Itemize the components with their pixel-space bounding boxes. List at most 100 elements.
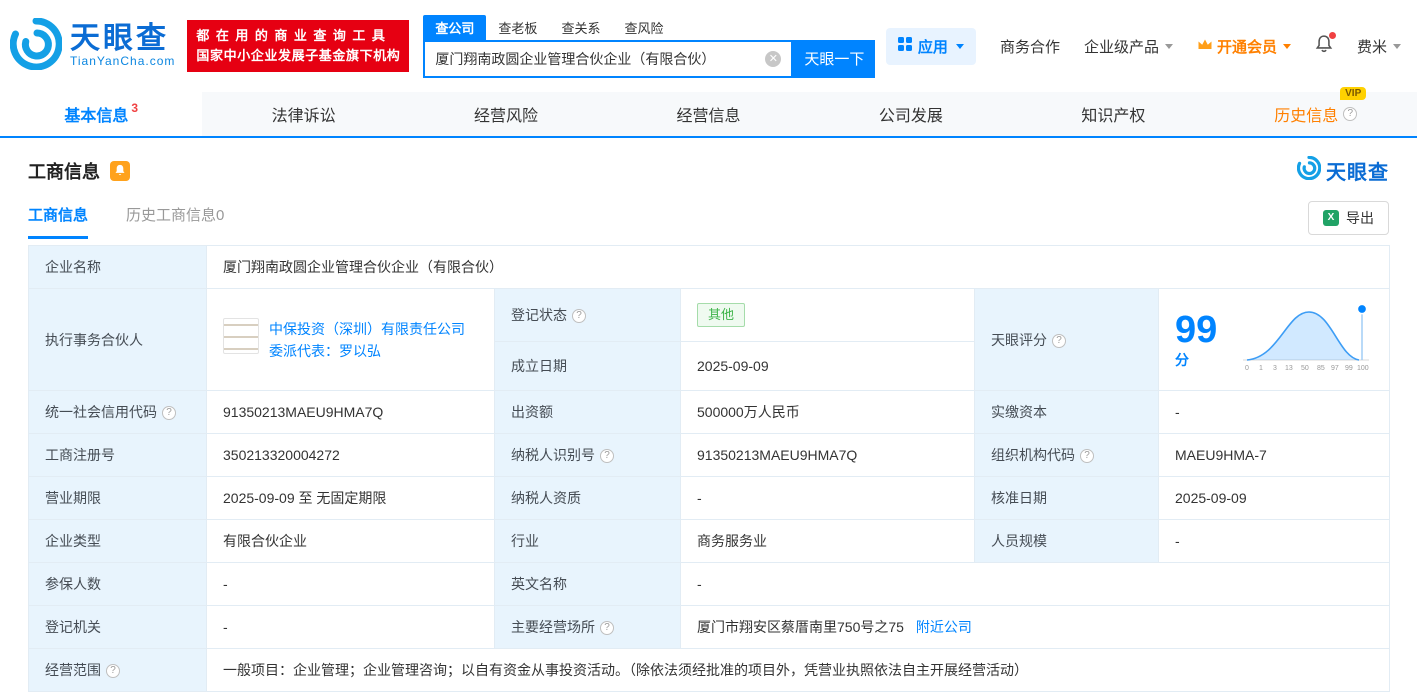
industry-value: 商务服务业	[680, 519, 975, 563]
field-label-text: 统一社会信用代码	[45, 404, 157, 420]
tab-operation-risk[interactable]: 经营风险	[405, 92, 607, 136]
field-label-text: 天眼评分	[991, 331, 1047, 348]
svg-text:97: 97	[1331, 365, 1339, 372]
search-tab-company[interactable]: 查公司	[423, 14, 487, 40]
help-icon[interactable]	[1052, 333, 1066, 348]
subscribe-bell-icon[interactable]	[110, 160, 130, 181]
help-icon[interactable]	[600, 449, 614, 463]
table-row: 参保人数 - 英文名称 -	[28, 562, 1391, 606]
header-right: 应用 商务合作 企业级产品 开通会员 费米	[885, 27, 1401, 65]
help-icon[interactable]	[1080, 449, 1094, 463]
tab-company-development[interactable]: 公司发展	[810, 92, 1012, 136]
tab-intellectual-property[interactable]: 知识产权	[1012, 92, 1214, 136]
username-label: 费米	[1356, 38, 1387, 56]
english-name-value: -	[679, 562, 1391, 606]
approval-date-value: 2025-09-09	[1157, 476, 1391, 520]
slogan-line2: 国家中小企业发展子基金旗下机构	[196, 48, 401, 63]
brand-slogan: 都在用的商业查询工具 国家中小企业发展子基金旗下机构	[187, 20, 410, 72]
section-title: 工商信息	[28, 161, 100, 182]
premises-address: 厦门市翔安区蔡厝南里750号之75	[697, 619, 904, 635]
table-row: 经营范围 一般项目：企业管理；企业管理咨询；以自有资金从事投资活动。（除依法须经…	[28, 648, 1391, 692]
nearby-companies-link[interactable]: 附近公司	[916, 619, 972, 635]
tab-legal-proceedings[interactable]: 法律诉讼	[202, 92, 404, 136]
search-button[interactable]: 天眼一下	[793, 39, 876, 78]
cooperation-label: 商务合作	[999, 38, 1060, 56]
tab-operation-info[interactable]: 经营信息	[607, 92, 809, 136]
vip-badge: VIP	[1340, 87, 1367, 100]
tab-basic-info[interactable]: 基本信息 3	[0, 92, 203, 136]
search-tab-boss[interactable]: 查老板	[486, 15, 549, 40]
business-term-value: 2025-09-09 至 无固定期限	[206, 476, 495, 520]
taxpayer-id-value: 91350213MAEU9HMA7Q	[680, 433, 975, 477]
help-icon[interactable]	[572, 309, 586, 324]
apps-menu[interactable]: 应用	[885, 27, 976, 65]
company-name-value: 厦门翔南政圆企业管理合伙企业（有限合伙）	[205, 245, 1391, 289]
tianyan-score-cell: 99分 0 1 3 13 50 85 97 99 100	[1157, 288, 1391, 391]
tab-label: 经营风险	[474, 108, 539, 125]
partner-company-link[interactable]: 中保投资（深圳）有限责任公司	[269, 321, 465, 337]
tianyancha-logo[interactable]: 天眼查 TianYanCha.com	[9, 16, 176, 75]
svg-text:13: 13	[1285, 365, 1293, 372]
watermark-logo: 天眼查	[1296, 155, 1389, 185]
excel-icon: X	[1323, 210, 1339, 226]
status-badge: 其他	[697, 303, 746, 328]
enterprise-products-menu[interactable]: 企业级产品	[1084, 36, 1173, 57]
partner-representative-link[interactable]: 委派代表：罗以弘	[269, 343, 381, 359]
notification-dot	[1328, 31, 1336, 39]
search-input[interactable]	[435, 50, 766, 67]
subtab-business-info[interactable]: 工商信息	[28, 204, 89, 239]
field-label: 纳税人识别号	[494, 433, 681, 477]
registration-authority-value: -	[206, 605, 495, 649]
field-label: 企业类型	[28, 519, 207, 563]
tab-history-info[interactable]: 历史信息 VIP	[1215, 87, 1417, 136]
export-button[interactable]: X 导出	[1308, 201, 1389, 235]
help-icon[interactable]	[1343, 107, 1358, 121]
field-label: 成立日期	[494, 341, 681, 391]
subtab-history-business-info[interactable]: 历史工商信息0	[126, 204, 224, 239]
search-tab-risk[interactable]: 查风险	[612, 15, 675, 40]
help-icon[interactable]	[600, 621, 614, 635]
premises-value: 厦门市翔安区蔡厝南里750号之75 附近公司	[679, 605, 1391, 649]
crown-icon	[1197, 38, 1213, 55]
staff-size-value: -	[1157, 519, 1391, 563]
watermark-text: 天眼查	[1326, 162, 1389, 184]
logo-text: 天眼查	[70, 22, 169, 55]
enterprise-label: 企业级产品	[1083, 38, 1159, 56]
score-value: 99	[1175, 308, 1218, 351]
table-row: 企业类型 有限合伙企业 行业 商务服务业 人员规模 -	[28, 519, 1391, 563]
subtab-row: 工商信息 历史工商信息0 X 导出	[0, 185, 1417, 239]
table-row: 执行事务合伙人 中保投资（深圳）有限责任公司 委派代表：罗以弘 登记状态 其他 …	[28, 287, 1391, 391]
partner-company-logo[interactable]	[223, 317, 259, 354]
svg-text:85: 85	[1317, 365, 1325, 372]
insured-count-value: -	[206, 562, 495, 606]
search-tab-relation[interactable]: 查关系	[549, 15, 612, 40]
field-label: 出资额	[494, 390, 681, 434]
paid-capital-value: -	[1157, 390, 1391, 434]
field-label: 经营范围	[28, 648, 207, 692]
field-label: 执行事务合伙人	[28, 288, 207, 391]
svg-text:3: 3	[1273, 365, 1277, 372]
field-label: 实缴资本	[974, 390, 1159, 434]
logo-subtext: TianYanCha.com	[70, 54, 176, 68]
svg-text:100: 100	[1357, 365, 1369, 372]
tab-label: 基本信息	[64, 108, 129, 125]
help-icon[interactable]	[162, 406, 176, 420]
business-cooperation-link[interactable]: 商务合作	[1000, 36, 1060, 57]
business-scope-value: 一般项目：企业管理；企业管理咨询；以自有资金从事投资活动。（除依法须经批准的项目…	[205, 648, 1391, 692]
field-label-text: 登记状态	[511, 307, 567, 324]
notifications-bell[interactable]	[1315, 31, 1336, 58]
clear-search-icon[interactable]: ✕	[765, 50, 782, 67]
help-icon[interactable]	[106, 664, 120, 678]
registration-number-value: 350213320004272	[206, 433, 495, 477]
search-box: ✕	[423, 39, 794, 78]
tab-label: 法律诉讼	[271, 108, 336, 125]
open-vip-menu[interactable]: 开通会员	[1197, 36, 1291, 57]
company-type-value: 有限合伙企业	[206, 519, 495, 563]
user-menu[interactable]: 费米	[1357, 36, 1401, 57]
organization-code-value: MAEU9HMA-7	[1157, 433, 1391, 477]
grid-icon	[897, 37, 912, 55]
section-header: 工商信息 天眼查	[0, 138, 1417, 185]
table-row: 登记机关 - 主要经营场所 厦门市翔安区蔡厝南里750号之75 附近公司	[28, 605, 1391, 649]
field-label: 组织机构代码	[974, 433, 1159, 477]
svg-text:50: 50	[1301, 365, 1309, 372]
